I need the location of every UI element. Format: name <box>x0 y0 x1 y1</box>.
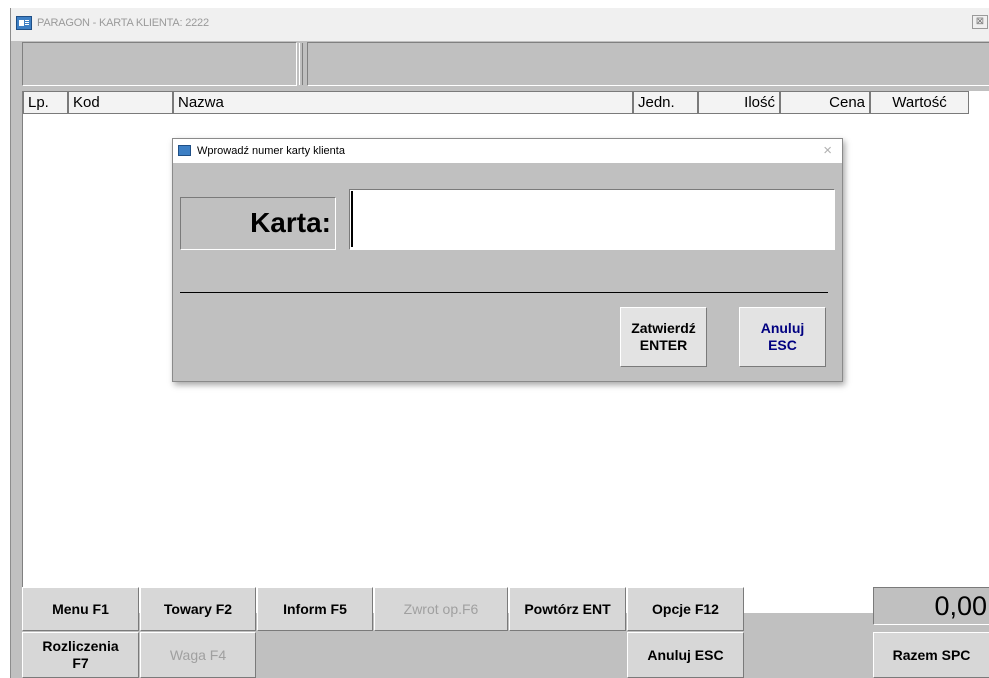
window-titlebar: PARAGON - KARTA KLIENTA: 2222 ⊠ <box>11 8 989 42</box>
column-wartosc: Wartość <box>870 91 969 114</box>
close-icon[interactable]: × <box>823 142 832 159</box>
column-ilosc: Ilość <box>698 91 780 114</box>
opcje-button[interactable]: Opcje F12 <box>627 587 744 631</box>
column-kod: Kod <box>68 91 173 114</box>
razem-button[interactable]: Razem SPC <box>873 632 989 678</box>
menu-button[interactable]: Menu F1 <box>22 587 139 631</box>
text-caret <box>351 191 353 247</box>
top-panel-right <box>307 42 989 86</box>
cancel-button[interactable]: Anuluj ESC <box>739 307 826 367</box>
cancel-label: Anuluj <box>760 320 805 336</box>
waga-button[interactable]: Waga F4 <box>140 632 256 678</box>
list-header: Lp. Kod Nazwa Jedn. Ilość Cena Wartość <box>23 91 989 115</box>
powtorz-button[interactable]: Powtórz ENT <box>509 587 626 631</box>
card-number-dialog: Wprowadź numer karty klienta × Karta: Za… <box>172 138 843 382</box>
rozliczenia-label: Rozliczenia <box>42 638 119 654</box>
column-lp: Lp. <box>23 91 68 114</box>
rozliczenia-key: F7 <box>72 655 89 671</box>
card-number-input[interactable] <box>349 189 835 250</box>
confirm-button[interactable]: Zatwierdź ENTER <box>620 307 707 367</box>
dialog-divider <box>180 292 828 293</box>
rozliczenia-button[interactable]: Rozliczenia F7 <box>22 632 139 678</box>
close-icon[interactable]: ⊠ <box>972 15 988 29</box>
column-cena: Cena <box>780 91 870 114</box>
panel-separator <box>299 43 303 85</box>
total-display: 0,00 <box>873 587 989 625</box>
form-icon <box>16 16 32 30</box>
cancel-key: ESC <box>768 337 797 353</box>
karta-label: Karta: <box>180 197 336 250</box>
confirm-key: ENTER <box>639 337 688 353</box>
inform-button[interactable]: Inform F5 <box>257 587 373 631</box>
window-title: PARAGON - KARTA KLIENTA: 2222 <box>37 17 209 29</box>
anuluj-button[interactable]: Anuluj ESC <box>627 632 744 678</box>
confirm-label: Zatwierdź <box>631 320 696 336</box>
dialog-title: Wprowadź numer karty klienta <box>197 145 345 157</box>
zwrot-button[interactable]: Zwrot op.F6 <box>374 587 508 631</box>
top-panel-left <box>22 42 297 86</box>
column-jedn: Jedn. <box>633 91 698 114</box>
form-icon <box>178 145 191 156</box>
towary-button[interactable]: Towary F2 <box>140 587 256 631</box>
column-nazwa: Nazwa <box>173 91 633 114</box>
dialog-titlebar: Wprowadź numer karty klienta × <box>173 139 842 163</box>
